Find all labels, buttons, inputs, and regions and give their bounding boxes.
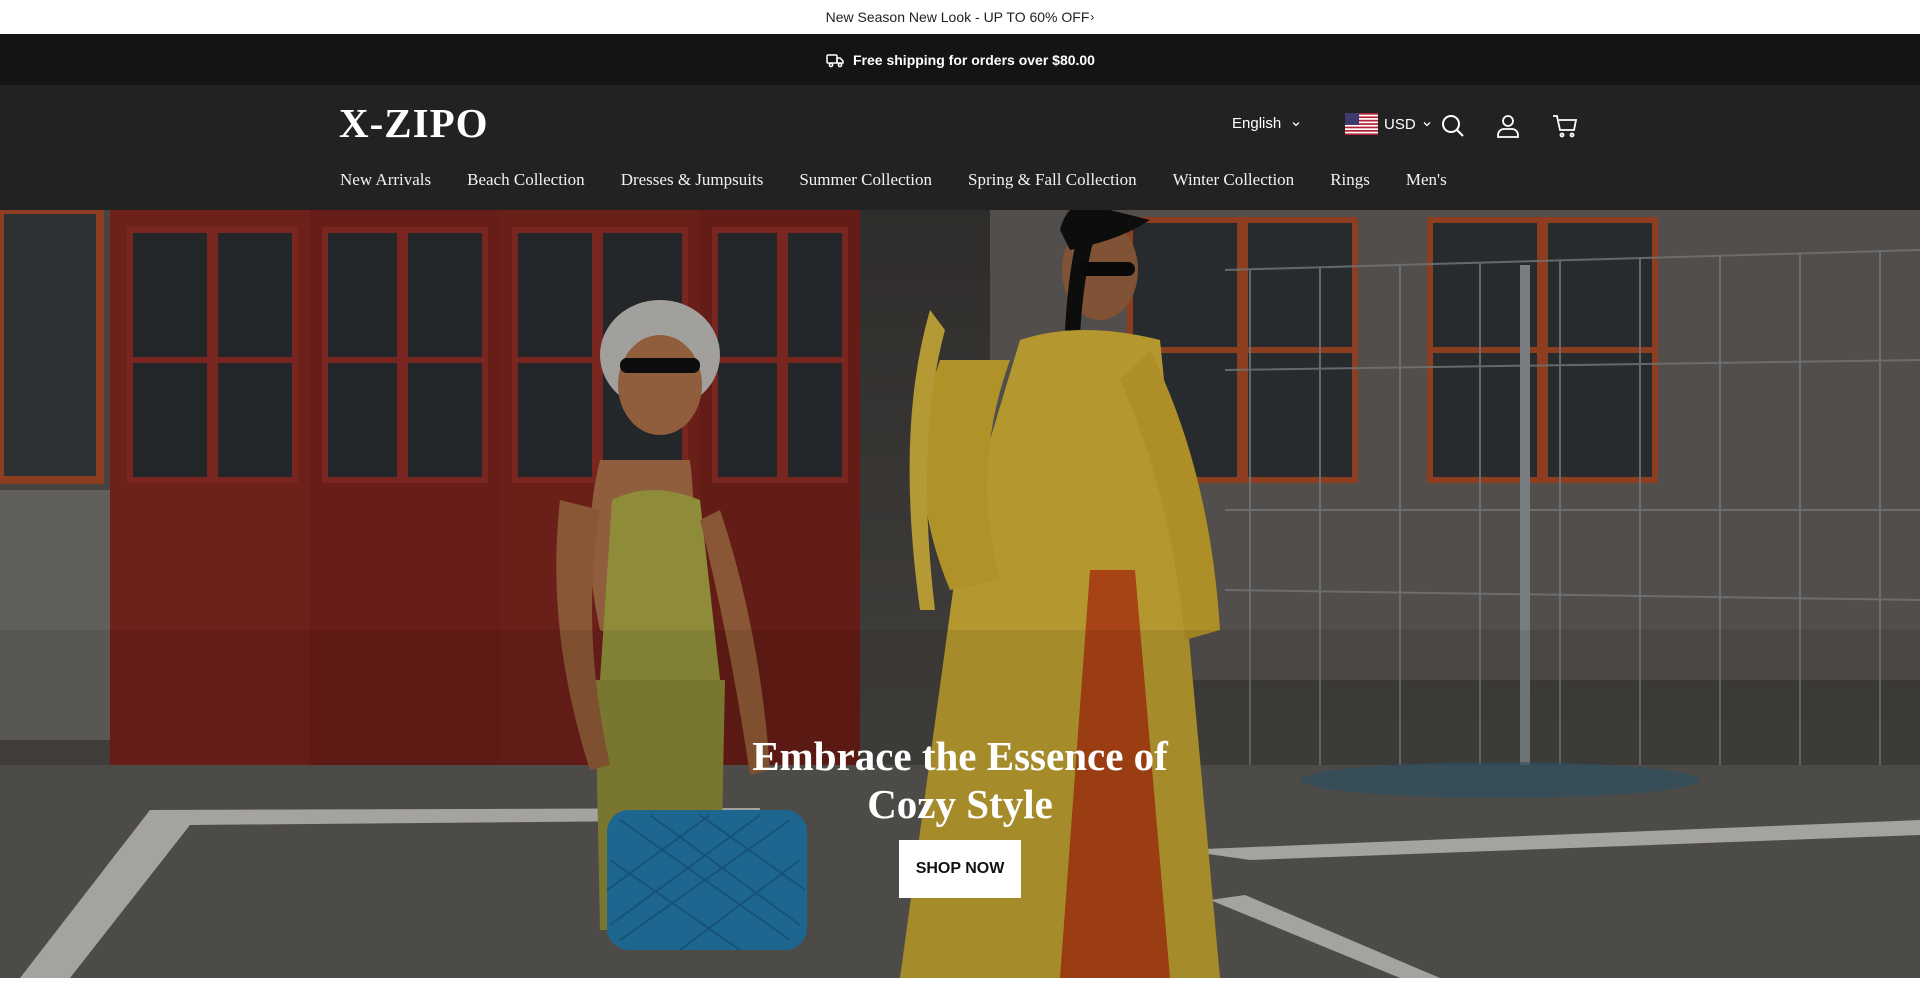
- announcement-bar: New Season New Look - UP TO 60% OFF ›: [0, 0, 1920, 34]
- truck-icon: [825, 50, 845, 70]
- nav-item-dresses-jumpsuits[interactable]: Dresses & Jumpsuits: [621, 170, 764, 190]
- cart-icon[interactable]: [1551, 112, 1579, 140]
- chevron-down-icon: [1291, 119, 1301, 129]
- nav-item-rings[interactable]: Rings: [1330, 170, 1370, 190]
- currency-label: USD: [1384, 115, 1416, 133]
- currency-selector[interactable]: USD: [1345, 113, 1432, 135]
- nav-item-winter-collection[interactable]: Winter Collection: [1173, 170, 1295, 190]
- shop-now-button[interactable]: SHOP NOW: [899, 840, 1021, 898]
- language-label: English: [1232, 115, 1282, 132]
- hero-title: Embrace the Essence of Cozy Style: [752, 733, 1168, 827]
- language-selector[interactable]: English: [1232, 115, 1301, 132]
- nav-item-spring-fall-collection[interactable]: Spring & Fall Collection: [968, 170, 1137, 190]
- nav-item-beach-collection[interactable]: Beach Collection: [467, 170, 585, 190]
- announcement-text: New Season New Look - UP TO 60% OFF: [825, 9, 1090, 25]
- account-icon[interactable]: [1494, 112, 1522, 140]
- announcement-arrow-icon: ›: [1090, 10, 1095, 24]
- site-header: X-ZIPO English USD New Arrivals Beach Co…: [0, 85, 1920, 210]
- shipping-text: Free shipping for orders over $80.00: [853, 51, 1095, 68]
- hero-banner: Embrace the Essence of Cozy Style SHOP N…: [0, 210, 1920, 978]
- nav-item-new-arrivals[interactable]: New Arrivals: [340, 170, 431, 190]
- page-bottom-strip: [0, 978, 1920, 993]
- shipping-bar: Free shipping for orders over $80.00: [0, 34, 1920, 85]
- search-icon[interactable]: [1439, 112, 1467, 140]
- nav-item-mens[interactable]: Men's: [1406, 170, 1447, 190]
- main-nav: New Arrivals Beach Collection Dresses & …: [340, 170, 1483, 190]
- us-flag-icon: [1345, 113, 1378, 135]
- chevron-down-icon: [1422, 119, 1432, 129]
- hero-copy: Embrace the Essence of Cozy Style SHOP N…: [0, 732, 1920, 898]
- nav-item-summer-collection[interactable]: Summer Collection: [799, 170, 932, 190]
- site-logo[interactable]: X-ZIPO: [339, 100, 489, 146]
